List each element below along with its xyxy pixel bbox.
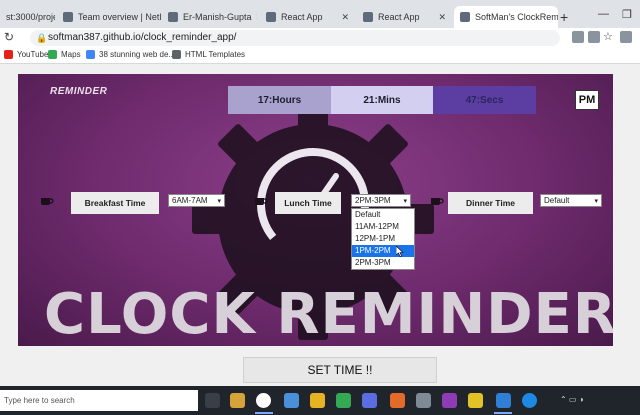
dinner-time-label: Dinner Time <box>448 192 533 214</box>
address-bar: ↻ 🔒 softman387.github.io/clock_reminder_… <box>0 28 640 48</box>
chevron-down-icon: ▾ <box>217 197 221 205</box>
widgets-icon[interactable] <box>230 393 245 408</box>
translate-icon[interactable] <box>572 31 584 43</box>
clock-hours: 17:Hours <box>228 86 331 114</box>
file-explorer-icon[interactable] <box>310 393 325 408</box>
coffee-cup-icon <box>255 198 268 205</box>
tab-title: Team overview | Netli <box>78 12 162 22</box>
tab-title: SoftMan's ClockRemin <box>475 12 558 22</box>
youtube-icon <box>4 50 13 59</box>
bookmark-maps[interactable]: Maps <box>48 50 81 59</box>
dropdown-option-1pm-2pm[interactable]: 1PM-2PM <box>352 245 414 257</box>
lunch-time-select[interactable]: 2PM-3PM ▾ <box>351 194 411 207</box>
minimize-icon[interactable]: — <box>598 8 609 20</box>
bookmark-label: Maps <box>61 50 81 59</box>
tab-clock-reminder[interactable]: SoftMan's ClockRemin ✕ <box>454 6 558 28</box>
share-icon[interactable] <box>588 31 600 43</box>
taskbar-search-input[interactable]: Type here to search <box>0 390 198 411</box>
task-view-icon[interactable] <box>205 393 220 408</box>
close-icon[interactable]: ✕ <box>337 12 349 23</box>
dropdown-option-11am-12pm[interactable]: 11AM-12PM <box>352 221 414 233</box>
maps-icon <box>48 50 57 59</box>
bookmark-youtube[interactable]: YouTube <box>4 50 48 59</box>
close-icon[interactable]: ✕ <box>434 12 446 23</box>
browser-tab-strip: st:3000/projec ✕ Team overview | Netli ✕… <box>0 0 640 28</box>
lunch-time-label: Lunch Time <box>275 192 341 214</box>
lock-icon: 🔒 <box>36 33 48 43</box>
tab-team-overview[interactable]: Team overview | Netli ✕ <box>57 6 162 28</box>
dinner-time-select[interactable]: Default ▾ <box>540 194 602 207</box>
edge-icon[interactable] <box>522 393 537 408</box>
active-app-indicator <box>255 412 273 414</box>
page-viewport: REMINDER 17:Hours 21:Mins 47:Secs PM Bre… <box>0 64 640 386</box>
tab-title: React App <box>378 12 420 22</box>
select-value: 6AM-7AM <box>172 196 208 205</box>
git-icon[interactable] <box>336 393 351 408</box>
app-icon[interactable] <box>416 393 431 408</box>
clock-seconds: 47:Secs <box>433 86 536 114</box>
clock-display: 17:Hours 21:Mins 47:Secs <box>228 86 536 114</box>
bookmark-stunning-web[interactable]: 38 stunning web de... <box>86 50 175 59</box>
close-icon[interactable]: ✕ <box>252 12 257 23</box>
app-logo: REMINDER <box>50 86 108 97</box>
set-time-button[interactable]: SET TIME !! <box>243 357 437 383</box>
coffee-cup-icon <box>41 198 54 205</box>
vscode-icon[interactable] <box>496 393 511 408</box>
breakfast-time-select[interactable]: 6AM-7AM ▾ <box>168 194 225 207</box>
app-icon[interactable] <box>442 393 457 408</box>
netlify-icon <box>63 12 73 22</box>
tab-react-app-2[interactable]: React App ✕ <box>357 6 452 28</box>
laptop-icon[interactable] <box>284 393 299 408</box>
active-app-indicator <box>494 412 512 414</box>
app-icon[interactable] <box>468 393 483 408</box>
react-icon <box>363 12 373 22</box>
github-icon <box>168 12 178 22</box>
reminder-panel: REMINDER 17:Hours 21:Mins 47:Secs PM Bre… <box>18 74 613 346</box>
tab-title: st:3000/projec <box>6 12 55 22</box>
new-tab-button[interactable]: + <box>560 9 568 25</box>
page-title: CLOCK REMINDER <box>44 282 613 346</box>
am-pm-badge: PM <box>575 90 599 110</box>
tab-er-manish-gupta[interactable]: Er-Manish-Gupta ✕ <box>162 6 257 28</box>
url-field[interactable]: 🔒 softman387.github.io/clock_reminder_ap… <box>30 30 560 46</box>
bookmark-label: YouTube <box>17 50 49 59</box>
bookmark-label: 38 stunning web de... <box>99 50 176 59</box>
url-text: softman387.github.io/clock_reminder_app/ <box>48 32 237 43</box>
extension-icon[interactable] <box>620 31 632 43</box>
breakfast-time-label: Breakfast Time <box>71 192 159 214</box>
search-placeholder: Type here to search <box>4 396 75 405</box>
bookmark-label: HTML Templates <box>185 50 246 59</box>
bookmark-html-templates[interactable]: HTML Templates <box>172 50 245 59</box>
mouse-cursor-icon <box>396 246 404 257</box>
tab-title: Er-Manish-Gupta <box>183 12 252 22</box>
clock-minutes: 21:Mins <box>331 86 433 114</box>
globe-icon <box>460 12 470 22</box>
taskbar: Type here to search ⌃ ▭ ◑ <box>0 386 640 415</box>
chrome-icon[interactable] <box>256 393 271 408</box>
dropdown-option-2pm-3pm[interactable]: 2PM-3PM <box>352 257 414 269</box>
dropdown-option-default[interactable]: Default <box>352 209 414 221</box>
app-icon[interactable] <box>362 393 377 408</box>
system-tray-icon[interactable]: ⌃ ▭ ◑ <box>560 395 584 404</box>
coffee-cup-icon <box>431 198 444 205</box>
bookmark-star-icon[interactable]: ☆ <box>603 30 613 43</box>
restore-icon[interactable]: ❐ <box>622 8 632 21</box>
bookmarks-bar: YouTube Maps 38 stunning web de... HTML … <box>0 48 640 64</box>
app-icon[interactable] <box>390 393 405 408</box>
tab-title: React App <box>281 12 323 22</box>
reload-icon[interactable]: ↻ <box>4 30 14 44</box>
select-value: 2PM-3PM <box>355 196 391 205</box>
dropdown-option-12pm-1pm[interactable]: 12PM-1PM <box>352 233 414 245</box>
tab-localhost[interactable]: st:3000/projec ✕ <box>0 6 55 28</box>
document-icon <box>172 50 181 59</box>
bookmark-icon <box>86 50 95 59</box>
globe-icon <box>266 12 276 22</box>
select-value: Default <box>544 196 570 205</box>
chevron-down-icon: ▾ <box>403 197 407 205</box>
chevron-down-icon: ▾ <box>594 197 598 205</box>
lunch-time-dropdown: Default 11AM-12PM 12PM-1PM 1PM-2PM 2PM-3… <box>351 208 415 270</box>
tab-react-app-1[interactable]: React App ✕ <box>260 6 355 28</box>
